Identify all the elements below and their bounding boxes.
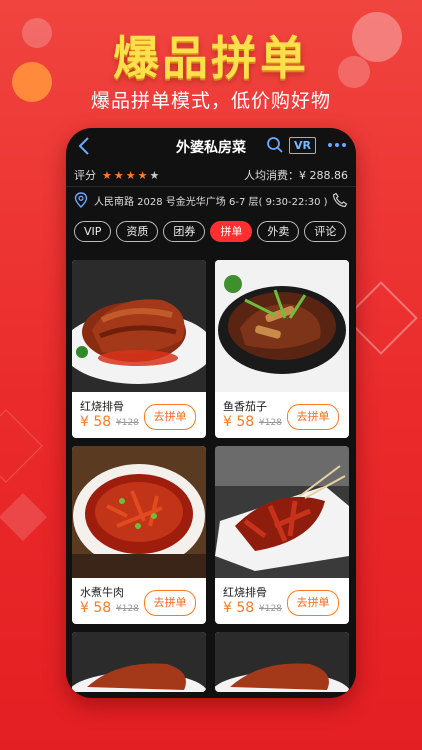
dish-card[interactable]: 红烧排骨 ¥ 58 ¥128 去拼单 (215, 446, 349, 624)
star-icon: ★ (137, 168, 150, 182)
tab-reviews[interactable]: 评论 (304, 221, 347, 242)
location-pin-icon (74, 192, 88, 208)
address-text: 人民南路 2028 号金光华广场 6-7 层( 9:30-22:30 ) (94, 196, 328, 208)
more-icon[interactable] (326, 136, 348, 154)
rating-label: 评分 (74, 169, 96, 182)
decor-diamond (0, 492, 48, 542)
dish-card[interactable]: 红烧排骨 ¥ 58 ¥128 去拼单 (72, 260, 206, 438)
dish-card[interactable] (72, 632, 206, 692)
tab-takeout[interactable]: 外卖 (257, 221, 300, 242)
vr-button[interactable]: VR (289, 137, 316, 154)
star-icon: ★ (149, 168, 162, 182)
dish-photo (72, 632, 206, 692)
dish-original-price: ¥128 (259, 604, 282, 614)
group-order-button[interactable]: 去拼单 (144, 404, 196, 430)
dish-original-price: ¥128 (116, 604, 139, 614)
address-row[interactable]: 人民南路 2028 号金光华广场 6-7 层( 9:30-22:30 ) (66, 186, 356, 213)
tab-qualification[interactable]: 资质 (116, 221, 159, 242)
dish-original-price: ¥128 (259, 418, 282, 428)
dish-card[interactable] (215, 632, 349, 692)
dish-photo (72, 260, 206, 392)
group-order-button[interactable]: 去拼单 (287, 590, 339, 616)
tab-group-order[interactable]: 拼单 (210, 221, 253, 242)
phone-icon[interactable] (332, 192, 348, 208)
group-order-button[interactable]: 去拼单 (144, 590, 196, 616)
phone-screen: 外婆私房菜 VR 评分 ★★★★★ 人均消费：¥ 288.86 人民南路 202… (66, 128, 356, 698)
dish-photo (215, 260, 349, 392)
hero-subtitle: 爆品拼单模式，低价购好物 (90, 90, 331, 112)
hero-title: 爆品拼单 (113, 31, 309, 85)
tab-bar: VIP 资质 团券 拼单 外卖 评论 (66, 213, 356, 248)
dish-price: ¥ 58 (223, 414, 255, 430)
tab-vip[interactable]: VIP (74, 221, 112, 242)
dish-card[interactable]: 鱼香茄子 ¥ 58 ¥128 去拼单 (215, 260, 349, 438)
star-icon: ★ (113, 168, 126, 182)
nav-bar: 外婆私房菜 VR (66, 128, 356, 164)
rating-row: 评分 ★★★★★ 人均消费：¥ 288.86 (66, 164, 356, 186)
dish-price: ¥ 58 (80, 414, 112, 430)
dish-price: ¥ 58 (80, 600, 112, 616)
dish-name: 鱼香茄子 (223, 400, 267, 413)
group-order-button[interactable]: 去拼单 (287, 404, 339, 430)
dish-card[interactable]: 水煮牛肉 ¥ 58 ¥128 去拼单 (72, 446, 206, 624)
search-icon[interactable] (266, 136, 284, 154)
dish-photo (72, 446, 206, 578)
avg-cost: 人均消费：¥ 288.86 (244, 169, 348, 182)
dish-photo (215, 446, 349, 578)
dish-photo (215, 632, 349, 692)
tab-group-coupon[interactable]: 团券 (163, 221, 206, 242)
rating-stars: ★★★★★ (102, 169, 161, 182)
star-icon: ★ (102, 168, 114, 182)
dish-name: 红烧排骨 (223, 586, 267, 599)
dish-name: 红烧排骨 (80, 400, 124, 413)
star-icon: ★ (125, 168, 138, 182)
dish-price: ¥ 58 (223, 600, 255, 616)
dish-name: 水煮牛肉 (80, 586, 124, 599)
dish-original-price: ¥128 (116, 418, 139, 428)
decor-diamond (0, 409, 43, 483)
